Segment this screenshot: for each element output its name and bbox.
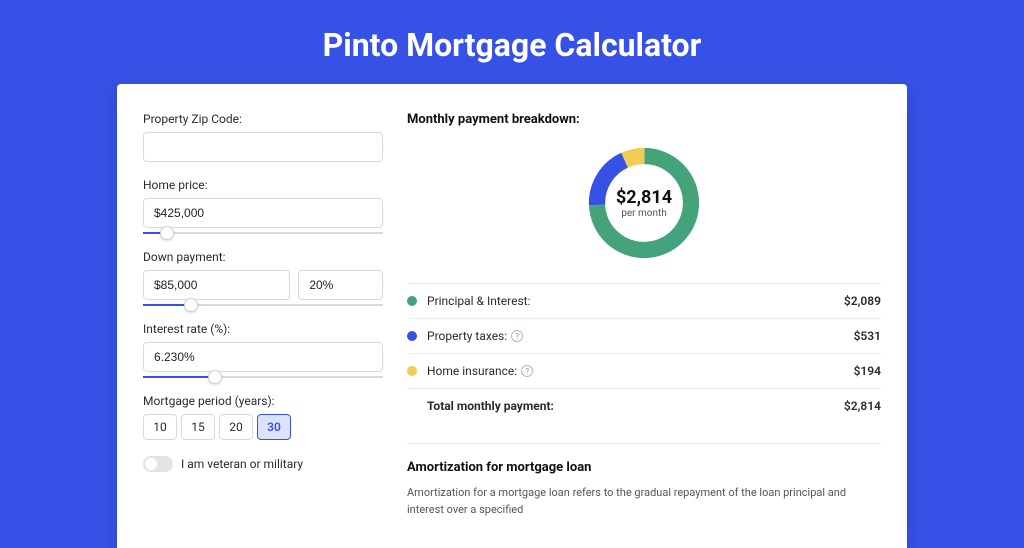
period-label: Mortgage period (years): — [143, 394, 383, 408]
legend-dot — [407, 366, 417, 376]
legend-value: $194 — [854, 364, 881, 378]
period-option-30[interactable]: 30 — [257, 414, 291, 440]
legend-list: Principal & Interest:$2,089Property taxe… — [407, 283, 881, 423]
period-option-15[interactable]: 15 — [181, 414, 215, 440]
legend-value: $2,089 — [844, 294, 881, 308]
amortization-title: Amortization for mortgage loan — [407, 460, 881, 475]
veteran-toggle[interactable] — [143, 456, 173, 472]
field-zip: Property Zip Code: — [143, 112, 383, 162]
amortization-body: Amortization for a mortgage loan refers … — [407, 485, 881, 518]
down-payment-percent-input[interactable] — [298, 270, 383, 300]
legend-row: Property taxes:?$531 — [407, 319, 881, 354]
breakdown-title: Monthly payment breakdown: — [407, 112, 881, 127]
legend-label: Principal & Interest: — [427, 294, 844, 308]
home-price-label: Home price: — [143, 178, 383, 192]
donut-chart: $2,814 per month — [582, 141, 706, 265]
legend-label: Property taxes:? — [427, 329, 854, 343]
calculator-card: Property Zip Code: Home price: Down paym… — [117, 84, 907, 548]
down-payment-amount-input[interactable] — [143, 270, 290, 300]
interest-rate-label: Interest rate (%): — [143, 322, 383, 336]
slider-thumb[interactable] — [208, 370, 222, 384]
breakdown-column: Monthly payment breakdown: $2,814 per mo… — [407, 112, 881, 518]
veteran-toggle-row: I am veteran or military — [143, 456, 383, 472]
donut-amount: $2,814 — [616, 187, 672, 208]
slider-thumb[interactable] — [184, 298, 198, 312]
field-home-price: Home price: — [143, 178, 383, 234]
legend-total-value: $2,814 — [844, 399, 881, 413]
legend-row: Home insurance:?$194 — [407, 354, 881, 389]
period-option-20[interactable]: 20 — [219, 414, 253, 440]
legend-label: Home insurance:? — [427, 364, 854, 378]
donut-sub: per month — [616, 208, 672, 219]
legend-value: $531 — [854, 329, 881, 343]
home-price-slider[interactable] — [143, 232, 383, 234]
legend-dot — [407, 331, 417, 341]
legend-total-label: Total monthly payment: — [427, 399, 844, 413]
inputs-column: Property Zip Code: Home price: Down paym… — [143, 112, 383, 518]
toggle-knob — [145, 458, 157, 470]
veteran-label: I am veteran or military — [181, 457, 303, 471]
zip-label: Property Zip Code: — [143, 112, 383, 126]
legend-total-row: Total monthly payment:$2,814 — [407, 389, 881, 423]
interest-rate-slider[interactable] — [143, 376, 383, 378]
info-icon[interactable]: ? — [521, 365, 533, 377]
info-icon[interactable]: ? — [511, 330, 523, 342]
interest-rate-input[interactable] — [143, 342, 383, 372]
legend-row: Principal & Interest:$2,089 — [407, 284, 881, 319]
zip-input[interactable] — [143, 132, 383, 162]
legend-dot — [407, 296, 417, 306]
period-option-10[interactable]: 10 — [143, 414, 177, 440]
field-period: Mortgage period (years): 10152030 — [143, 394, 383, 440]
down-payment-slider[interactable] — [143, 304, 383, 306]
amortization-section: Amortization for mortgage loan Amortizat… — [407, 443, 881, 518]
page-title: Pinto Mortgage Calculator — [0, 0, 1024, 84]
home-price-input[interactable] — [143, 198, 383, 228]
donut-center: $2,814 per month — [616, 187, 672, 219]
slider-thumb[interactable] — [160, 226, 174, 240]
donut-chart-wrap: $2,814 per month — [407, 141, 881, 265]
down-payment-label: Down payment: — [143, 250, 383, 264]
field-interest-rate: Interest rate (%): — [143, 322, 383, 378]
field-down-payment: Down payment: — [143, 250, 383, 306]
